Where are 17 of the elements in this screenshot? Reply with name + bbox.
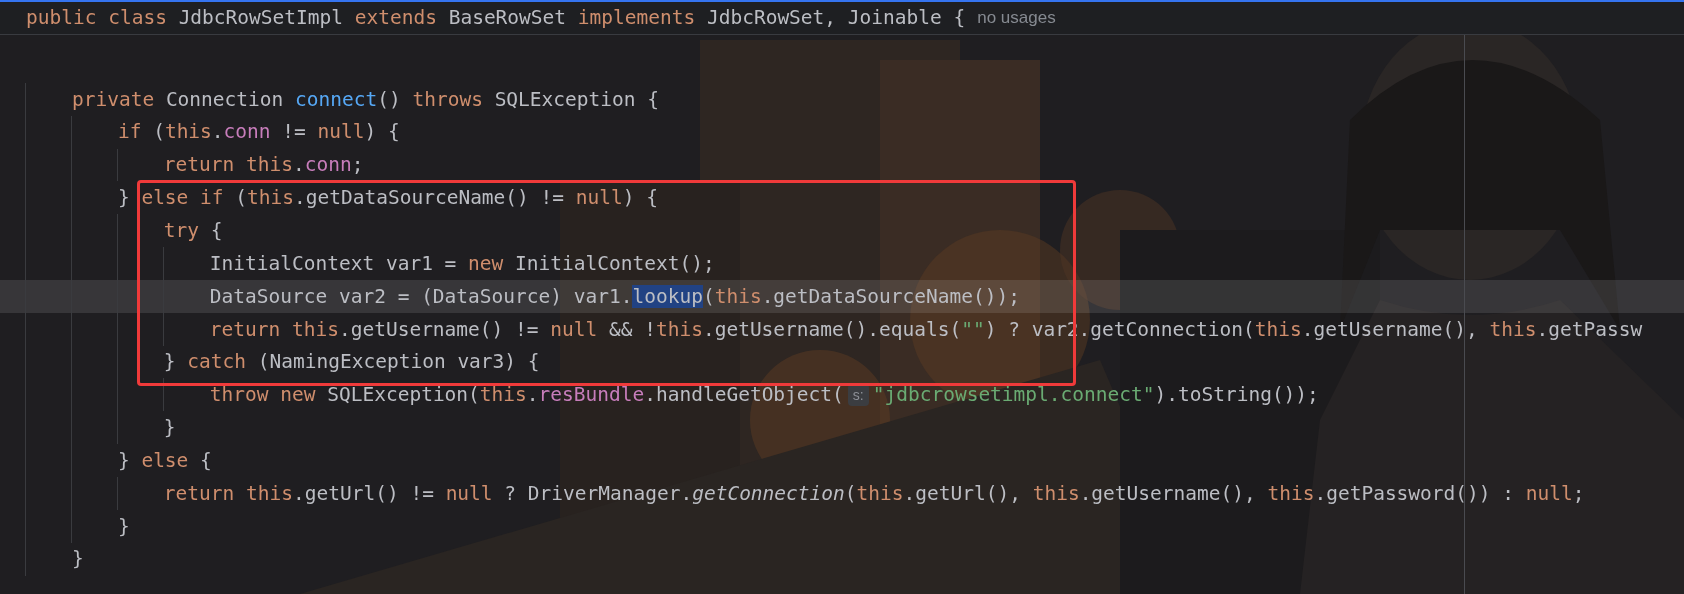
code-text: } (117, 513, 130, 540)
class-declaration: public class JdbcRowSetImpl extends BaseRowSet implements JdbcRowSet, Joinable { (26, 5, 966, 32)
usages-hint[interactable]: no usages (977, 5, 1056, 31)
code-text: InitialContext var1 = new InitialContext(); (209, 250, 715, 277)
code-text: private Connection connect() throws SQLException { (71, 86, 659, 113)
code-text: } (71, 546, 84, 573)
code-text: return this.getUrl() != null ? DriverManager.getConnection(this.getUrl(), this.getUsername(), this.getPassword()) : null; (163, 480, 1585, 507)
code-text: "jdbcrowsetimpl.connect").toString()); (872, 382, 1319, 409)
code-text: DataSource var2 = (DataSource) var1.lookup(this.getDataSourceName()); (209, 283, 1020, 310)
code-text: } (163, 415, 176, 442)
code-text: return this.conn; (163, 152, 364, 179)
code-text: if (this.conn != null) { (117, 119, 400, 146)
code-text: } else { (117, 447, 212, 474)
code-text: } catch (NamingException var3) { (163, 349, 540, 376)
code-text: try { (163, 218, 223, 244)
code-text: throw new SQLException(this.resBundle.handleGetObject( (209, 382, 844, 409)
code-text: } else if (this.getDataSourceName() != null) { (117, 185, 658, 212)
